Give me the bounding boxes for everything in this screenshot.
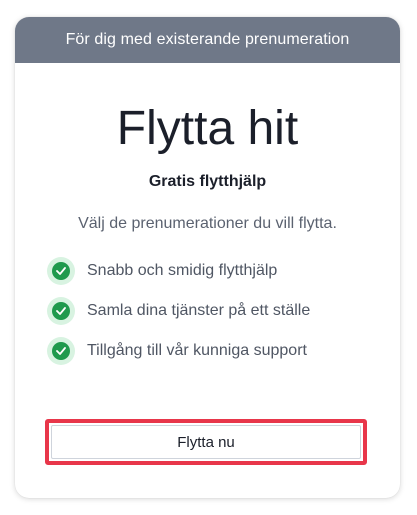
feature-label: Snabb och smidig flytthjälp	[87, 262, 278, 279]
feature-item: Tillgång till vår kunniga support	[47, 337, 400, 365]
move-now-button[interactable]: Flytta nu	[51, 425, 361, 459]
page-title: Flytta hit	[116, 102, 299, 155]
check-icon	[47, 297, 75, 325]
feature-item: Snabb och smidig flytthjälp	[47, 257, 400, 285]
subscription-move-card: För dig med existerande prenumeration Fl…	[15, 17, 400, 498]
feature-list: Snabb och smidig flytthjälp Samla dina t…	[47, 257, 400, 365]
check-icon	[47, 257, 75, 285]
description: Välj de prenumerationer du vill flytta.	[78, 215, 337, 232]
subtitle: Gratis flytthjälp	[148, 173, 267, 190]
feature-label: Tillgång till vår kunniga support	[87, 342, 307, 359]
cta-highlight-frame: Flytta nu	[45, 419, 367, 465]
feature-label: Samla dina tjänster på ett ställe	[87, 302, 311, 319]
feature-item: Samla dina tjänster på ett ställe	[47, 297, 400, 325]
check-icon	[47, 337, 75, 365]
header-banner-text: För dig med existerande prenumeration	[65, 31, 350, 48]
card-header-banner: För dig med existerande prenumeration	[15, 17, 400, 63]
